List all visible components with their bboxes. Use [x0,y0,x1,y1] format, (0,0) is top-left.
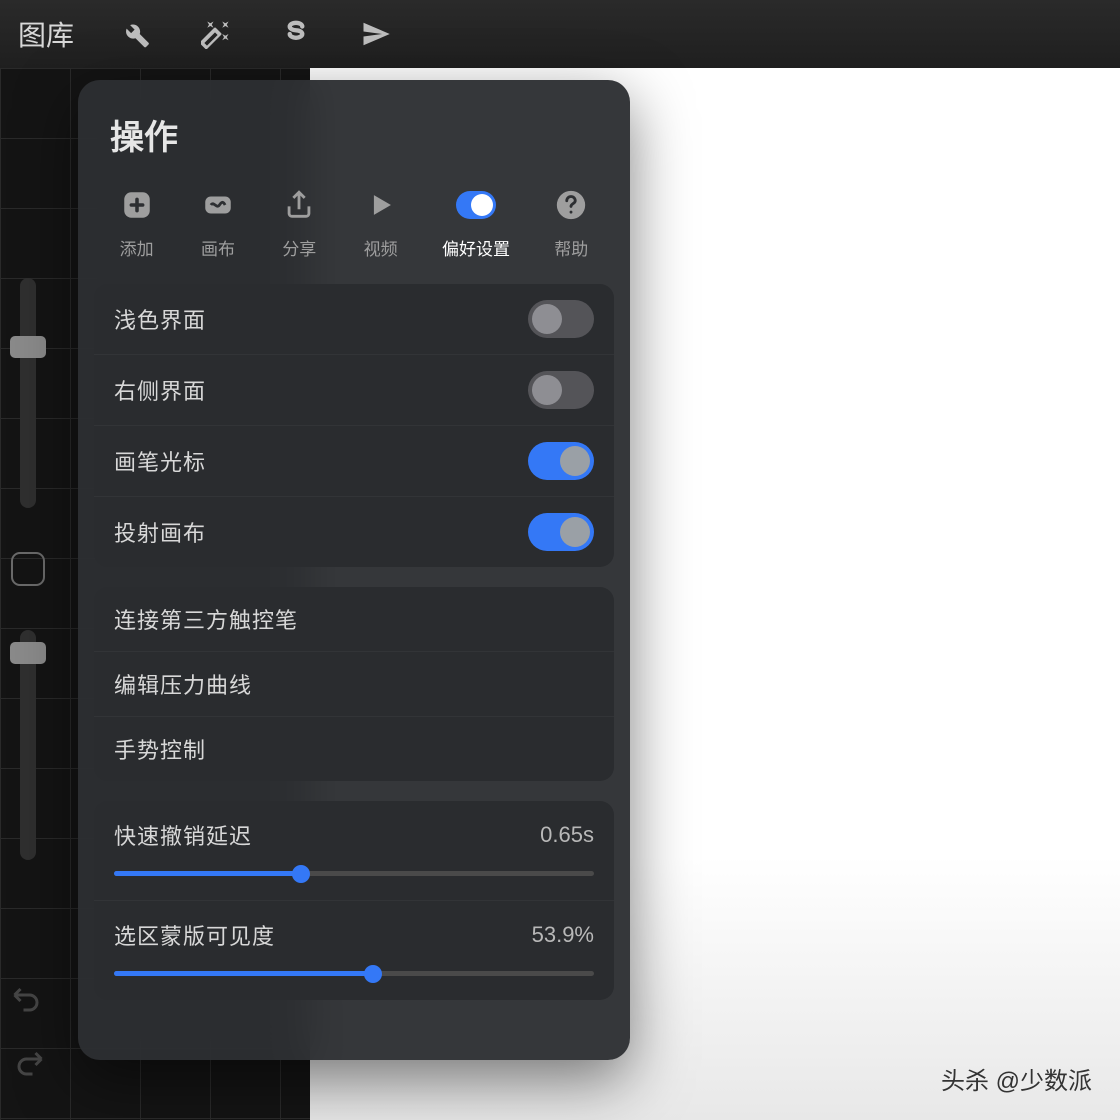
toggles-section: 浅色界面 右侧界面 画笔光标 投射画布 [94,284,614,567]
tab-preferences[interactable]: 偏好设置 [442,185,510,260]
slider-value: 53.9% [532,922,594,948]
tab-bar: 添加 画布 分享 视频 偏好设置 帮助 [78,185,630,284]
row-label: 编辑压力曲线 [114,668,252,700]
row-label: 浅色界面 [114,303,206,335]
toggle-row-right-ui: 右侧界面 [94,354,614,425]
row-label: 快速撤销延迟 [114,819,252,851]
slider-undo-delay: 快速撤销延迟 0.65s [94,801,614,900]
tab-canvas[interactable]: 画布 [198,185,238,260]
arrow-icon[interactable] [358,16,394,52]
wrench-icon[interactable] [118,16,154,52]
opacity-slider[interactable] [20,630,36,860]
row-label: 选区蒙版可见度 [114,919,275,951]
switch-light-ui[interactable] [528,300,594,338]
help-icon [551,185,591,225]
undo-icon[interactable] [10,980,46,1016]
link-pressure[interactable]: 编辑压力曲线 [94,651,614,716]
tab-label: 画布 [201,235,235,260]
tab-label: 视频 [364,235,398,260]
redo-icon[interactable] [10,1044,46,1080]
row-label: 手势控制 [114,733,206,765]
wand-icon[interactable] [198,16,234,52]
link-gestures[interactable]: 手势控制 [94,716,614,781]
switch-project-canvas[interactable] [528,513,594,551]
top-toolbar: 图库 [0,0,1120,68]
h-slider-mask[interactable] [114,971,594,976]
s-icon[interactable] [278,16,314,52]
row-label: 右侧界面 [114,374,206,406]
tab-label: 添加 [120,235,154,260]
row-label: 连接第三方触控笔 [114,603,298,635]
tab-label: 帮助 [554,235,588,260]
tab-video[interactable]: 视频 [361,185,401,260]
brush-size-slider[interactable] [20,278,36,508]
play-icon [361,185,401,225]
canvas-icon [198,185,238,225]
actions-panel: 操作 添加 画布 分享 视频 偏好设置 帮助 浅色界面 右侧界面 画笔光标 投射… [78,80,630,1060]
add-icon [117,185,157,225]
tab-share[interactable]: 分享 [279,185,319,260]
toggle-row-project-canvas: 投射画布 [94,496,614,567]
tab-label: 偏好设置 [442,235,510,260]
share-icon [279,185,319,225]
left-sidebar [0,68,56,1120]
links-section: 连接第三方触控笔 编辑压力曲线 手势控制 [94,587,614,781]
watermark: 头杀 @少数派 [941,1061,1092,1096]
tab-label: 分享 [282,235,316,260]
slider-value: 0.65s [540,822,594,848]
gallery-button[interactable]: 图库 [18,14,74,54]
row-label: 画笔光标 [114,445,206,477]
tab-help[interactable]: 帮助 [551,185,591,260]
toggle-row-light-ui: 浅色界面 [94,284,614,354]
row-label: 投射画布 [114,516,206,548]
panel-title: 操作 [78,110,630,185]
switch-right-ui[interactable] [528,371,594,409]
h-slider-undo[interactable] [114,871,594,876]
switch-brush-cursor[interactable] [528,442,594,480]
toggle-icon [456,185,496,225]
color-picker-button[interactable] [11,552,45,586]
tab-add[interactable]: 添加 [117,185,157,260]
toggle-row-brush-cursor: 画笔光标 [94,425,614,496]
sliders-section: 快速撤销延迟 0.65s 选区蒙版可见度 53.9% [94,801,614,1000]
slider-mask-visibility: 选区蒙版可见度 53.9% [94,900,614,1000]
link-stylus[interactable]: 连接第三方触控笔 [94,587,614,651]
